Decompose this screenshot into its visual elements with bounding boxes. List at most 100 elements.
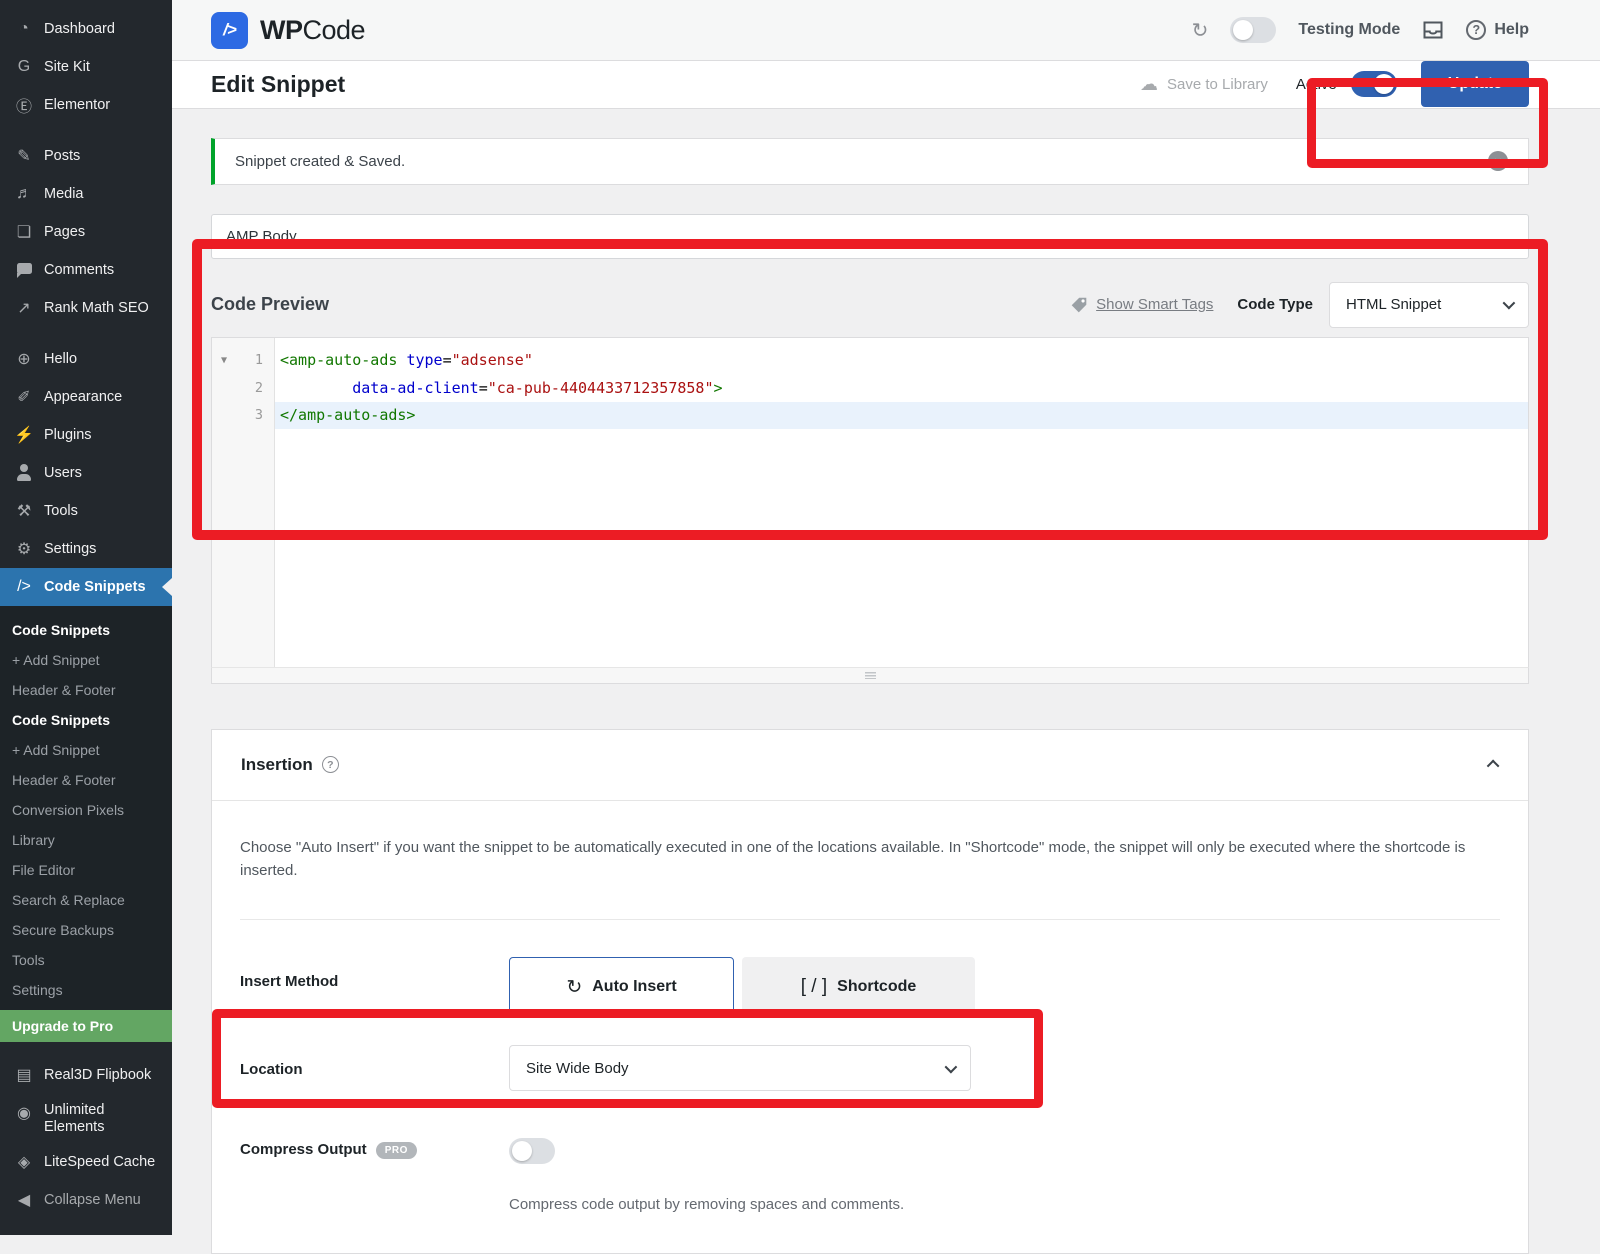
active-label: Active xyxy=(1296,76,1337,93)
editor-resize-handle[interactable] xyxy=(211,667,1529,684)
chart-arrow-icon: ↗ xyxy=(13,298,35,318)
submenu-item-settings[interactable]: Settings xyxy=(0,975,172,1005)
sidebar-item-dashboard[interactable]: ◔Dashboard xyxy=(0,10,172,48)
sidebar-footer-menu: ▤Real3D Flipbook◉Unlimited Elements ◈ Lite… xyxy=(0,1042,172,1219)
compress-output-row: Compress Output PRO Compress code output… xyxy=(240,1138,1500,1213)
chevron-up-icon[interactable] xyxy=(1487,760,1500,773)
code-line: <amp-auto-ads type="adsense" xyxy=(275,347,1528,375)
show-smart-tags-link[interactable]: Show Smart Tags xyxy=(1070,296,1213,314)
code-token: type xyxy=(406,351,442,369)
sidebar-item-collapse-menu[interactable]: ◀Collapse Menu xyxy=(0,1181,172,1219)
insert-method-row: Insert Method ↻ Auto Insert [ / ] Shortc… xyxy=(240,957,1500,1017)
sidebar-item-media[interactable]: ♬Media xyxy=(0,175,172,213)
code-token xyxy=(280,379,352,397)
sidebar-item-tools[interactable]: ⚒Tools xyxy=(0,492,172,530)
submenu-item-header-footer[interactable]: Header & Footer xyxy=(0,675,172,705)
sidebar-item-comments[interactable]: Comments xyxy=(0,251,172,289)
submenu-item-header-footer[interactable]: Header & Footer xyxy=(0,765,172,795)
success-notice: Snippet created & Saved. × xyxy=(211,138,1529,185)
testing-mode-toggle[interactable] xyxy=(1230,17,1276,43)
topbar-controls: ↻ Testing Mode ? Help xyxy=(1192,17,1529,43)
close-icon[interactable]: × xyxy=(1488,151,1508,171)
submenu-item-conversion-pixels[interactable]: Conversion Pixels xyxy=(0,795,172,825)
wpcode-logo-text: WPCode xyxy=(260,15,365,46)
toggle-knob xyxy=(1233,20,1253,40)
submenu-item-add-snippet[interactable]: + Add Snippet xyxy=(0,735,172,765)
help-circle-icon[interactable]: ? xyxy=(322,756,339,773)
main-area: /> WPCode ↻ Testing Mode ? Help Edit Sni… xyxy=(172,0,1600,1254)
editor-code-area[interactable]: <amp-auto-ads type="adsense" data-ad-cli… xyxy=(275,338,1528,667)
dashboard-icon: ◔ xyxy=(13,19,35,39)
code-type-select[interactable]: HTML Snippet xyxy=(1329,282,1529,328)
code-type-label: Code Type xyxy=(1237,296,1313,313)
show-smart-tags-label: Show Smart Tags xyxy=(1096,296,1213,313)
snippet-title-input[interactable] xyxy=(211,214,1529,259)
submenu-item-file-editor[interactable]: File Editor xyxy=(0,855,172,885)
brush-icon: ✐ xyxy=(13,387,35,407)
refresh-icon: ↻ xyxy=(566,976,582,999)
save-to-library-button[interactable]: ☁ Save to Library xyxy=(1140,74,1268,95)
active-toggle[interactable] xyxy=(1351,71,1397,97)
sidebar-item-label: Pages xyxy=(44,224,85,241)
toggle-knob xyxy=(512,1141,532,1161)
code-preview-controls: Show Smart Tags Code Type HTML Snippet xyxy=(1070,282,1529,328)
code-token: "adsense" xyxy=(452,351,533,369)
pages-icon: ❏ xyxy=(13,222,35,242)
chevron-down-icon xyxy=(1503,297,1516,310)
shortcode-button[interactable]: [ / ] Shortcode xyxy=(742,957,975,1017)
sidebar-item-code-snippets[interactable]: />Code Snippets xyxy=(0,568,172,606)
save-to-library-label: Save to Library xyxy=(1167,76,1268,93)
inbox-tray-icon[interactable] xyxy=(1422,20,1444,40)
litespeed-icon: ◈ xyxy=(13,1152,35,1172)
compress-output-toggle[interactable] xyxy=(509,1138,555,1164)
sidebar-item-pages[interactable]: ❏ Pages xyxy=(0,213,172,251)
insertion-description: Choose "Auto Insert" if you want the sni… xyxy=(240,836,1470,883)
submenu-item-code-snippets[interactable]: Code Snippets xyxy=(0,705,172,735)
insert-method-label: Insert Method xyxy=(240,957,509,1017)
submenu-item-upgrade-to-pro[interactable]: Upgrade to Pro xyxy=(0,1010,172,1042)
code-token: <amp-auto-ads xyxy=(280,351,397,369)
media-icon: ♬ xyxy=(13,184,35,204)
insert-method-buttons: ↻ Auto Insert [ / ] Shortcode xyxy=(509,957,975,1017)
help-button[interactable]: ? Help xyxy=(1466,20,1529,40)
fold-arrow-icon[interactable]: ▼ xyxy=(221,355,227,366)
location-select[interactable]: Site Wide Body xyxy=(509,1045,971,1091)
submenu-item-secure-backups[interactable]: Secure Backups xyxy=(0,915,172,945)
sidebar-item-rank-math-seo[interactable]: ↗Rank Math SEO xyxy=(0,289,172,327)
sidebar-item-settings[interactable]: ⚙Settings xyxy=(0,530,172,568)
auto-insert-button[interactable]: ↻ Auto Insert xyxy=(509,957,734,1017)
insertion-header[interactable]: Insertion ? xyxy=(212,730,1528,801)
help-label: Help xyxy=(1494,21,1529,39)
sidebar-item-site-kit[interactable]: GSite Kit xyxy=(0,48,172,86)
sidebar-item-unlimited-elements[interactable]: ◉Unlimited Elements xyxy=(0,1094,172,1143)
code-token: > xyxy=(714,379,723,397)
sidebar-item-hello[interactable]: ⊕Hello xyxy=(0,340,172,378)
sliders-icon: ⚙ xyxy=(13,539,35,559)
pro-badge: PRO xyxy=(376,1142,417,1159)
sidebar-item-label: Comments xyxy=(44,262,114,279)
sidebar-item-litespeed-cache[interactable]: ◈ LiteSpeed Cache xyxy=(0,1143,172,1181)
shortcode-brackets-icon: [ / ] xyxy=(801,976,827,998)
plug-icon: ⚡ xyxy=(13,425,35,445)
sidebar-item-real3d-flipbook[interactable]: ▤Real3D Flipbook xyxy=(0,1056,172,1094)
sidebar-item-label: LiteSpeed Cache xyxy=(44,1154,155,1171)
submenu-item-code-snippets[interactable]: Code Snippets xyxy=(0,615,172,645)
compress-output-control: Compress code output by removing spaces … xyxy=(509,1138,904,1213)
sidebar-item-plugins[interactable]: ⚡Plugins xyxy=(0,416,172,454)
line-number: 3 xyxy=(255,407,263,423)
sync-icon[interactable]: ↻ xyxy=(1192,18,1209,43)
notice-message: Snippet created & Saved. xyxy=(235,153,405,170)
update-button[interactable]: Update xyxy=(1421,61,1529,107)
code-type-value: HTML Snippet xyxy=(1346,296,1441,313)
sidebar-item-posts[interactable]: ✎Posts xyxy=(0,137,172,175)
submenu-item-library[interactable]: Library xyxy=(0,825,172,855)
page-header: Edit Snippet ☁ Save to Library Active Up… xyxy=(172,61,1600,108)
sidebar-item-appearance[interactable]: ✐Appearance xyxy=(0,378,172,416)
submenu-item-tools[interactable]: Tools xyxy=(0,945,172,975)
gutter-line-number: 2 xyxy=(212,374,274,402)
sidebar-item-label: Real3D Flipbook xyxy=(44,1067,151,1084)
sidebar-item-users[interactable]: Users xyxy=(0,454,172,492)
submenu-item-add-snippet[interactable]: + Add Snippet xyxy=(0,645,172,675)
submenu-item-search-replace[interactable]: Search & Replace xyxy=(0,885,172,915)
sidebar-item-elementor[interactable]: ⒺElementor xyxy=(0,86,172,124)
